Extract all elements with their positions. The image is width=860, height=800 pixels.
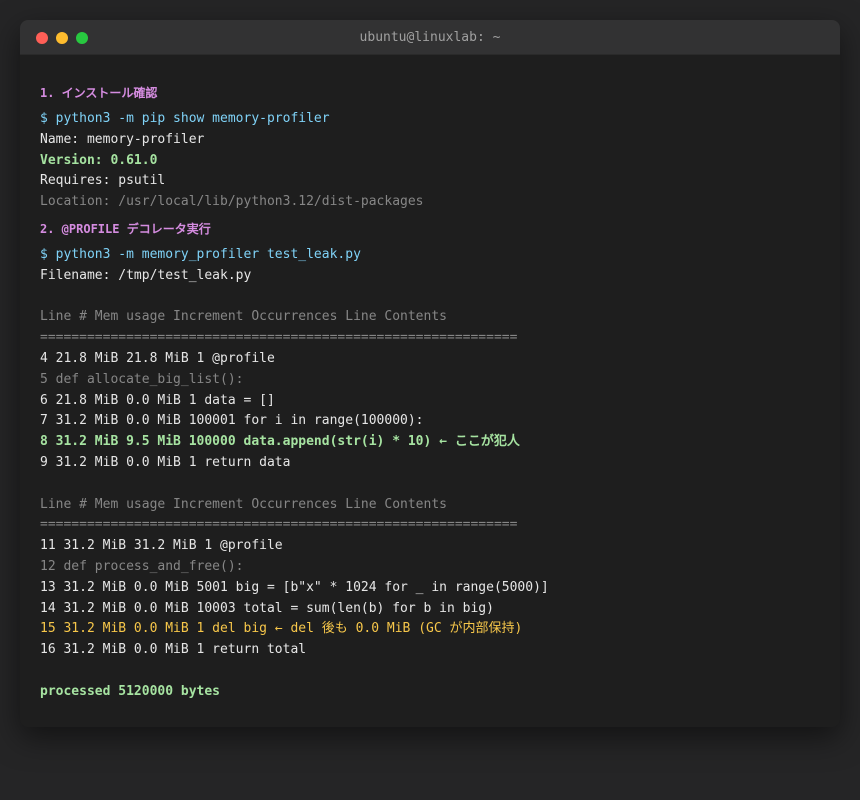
table-row-warning: 15 31.2 MiB 0.0 MiB 1 del big ← del 後も 0… [40, 621, 523, 637]
section-heading-install-check: 1. インストール確認 [40, 86, 158, 100]
table-row-highlighted: 8 31.2 MiB 9.5 MiB 100000 data.append(st… [40, 434, 520, 450]
table-row: 16 31.2 MiB 0.0 MiB 1 return total [40, 642, 307, 658]
table-row: 4 21.8 MiB 21.8 MiB 1 @profile [40, 350, 275, 366]
table-row: 5 def allocate_big_list(): [40, 371, 244, 387]
output-name: Name: memory-profiler [40, 131, 205, 147]
table-separator: ========================================… [40, 517, 518, 533]
table-header: Line # Mem usage Increment Occurrences L… [40, 309, 447, 325]
output-location: Location: /usr/local/lib/python3.12/dist… [40, 194, 424, 210]
table-row: 6 21.8 MiB 0.0 MiB 1 data = [] [40, 392, 275, 408]
section-heading-profile-run: 2. @PROFILE デコレータ実行 [40, 221, 211, 236]
table-row: 12 def process_and_free(): [40, 558, 244, 574]
table-row: 7 31.2 MiB 0.0 MiB 100001 for i in range… [40, 413, 424, 429]
title-bar: ubuntu@linuxlab: ~ [20, 20, 840, 55]
terminal-window: ubuntu@linuxlab: ~ 1. インストール確認 $ python3… [20, 20, 840, 727]
table-row: 9 31.2 MiB 0.0 MiB 1 return data [40, 454, 291, 470]
table-header: Line # Mem usage Increment Occurrences L… [40, 496, 447, 512]
window-title: ubuntu@linuxlab: ~ [359, 30, 501, 45]
output-requires: Requires: psutil [40, 173, 166, 189]
terminal-output[interactable]: 1. インストール確認 $ python3 -m pip show memory… [20, 55, 840, 703]
command-pip-show: $ python3 -m pip show memory-profiler [40, 111, 330, 126]
table-row: 14 31.2 MiB 0.0 MiB 10003 total = sum(le… [40, 600, 494, 616]
table-row: 13 31.2 MiB 0.0 MiB 5001 big = [b"x" * 1… [40, 579, 549, 595]
table-row: 11 31.2 MiB 31.2 MiB 1 @profile [40, 538, 283, 554]
table-separator: ========================================… [40, 330, 518, 346]
output-filename: Filename: /tmp/test_leak.py [40, 267, 252, 283]
command-memory-profiler: $ python3 -m memory_profiler test_leak.p… [40, 246, 361, 262]
output-version: Version: 0.61.0 [40, 152, 158, 168]
processed-result: processed 5120000 bytes [40, 683, 221, 699]
